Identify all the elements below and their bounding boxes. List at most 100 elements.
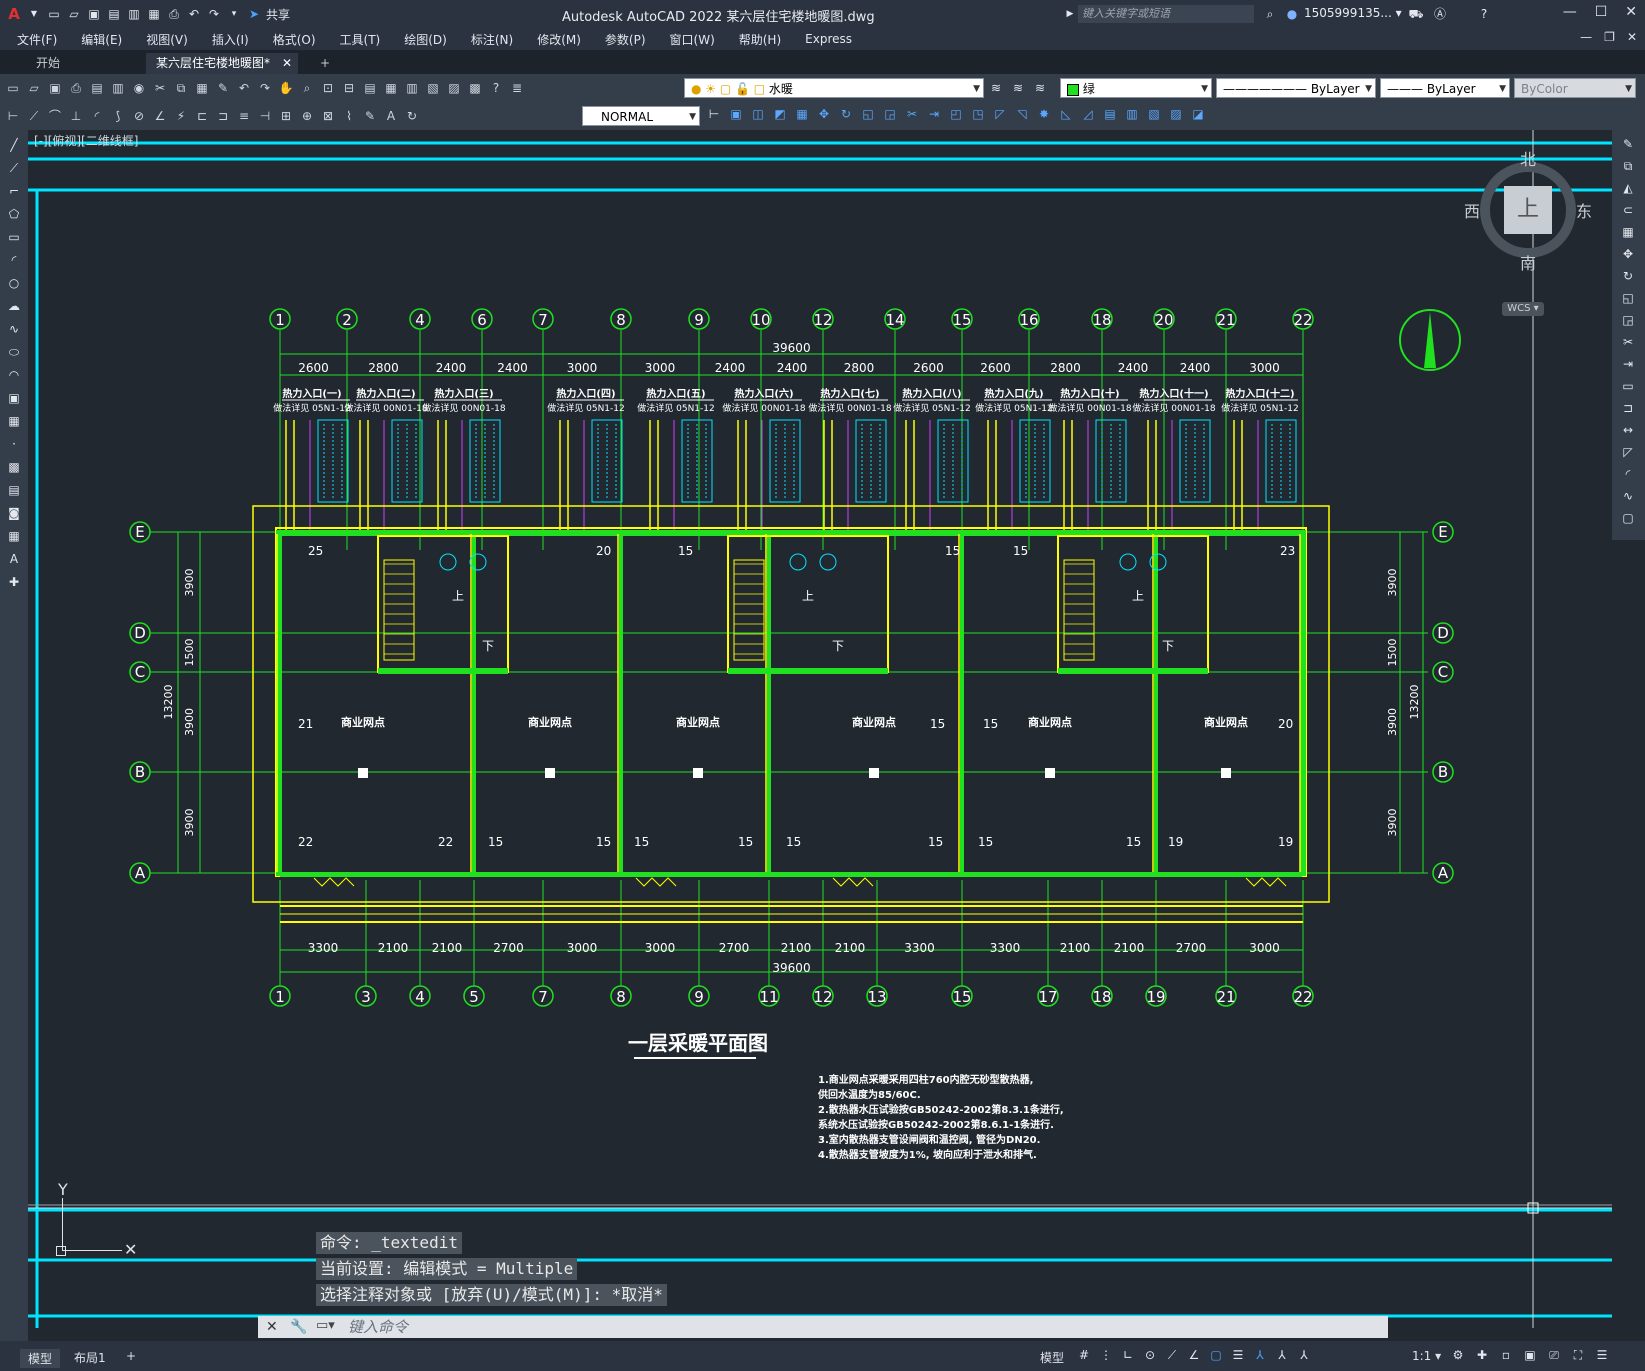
lineweight-dropdown[interactable]: ——— ByLayer ▼ (1380, 78, 1510, 98)
doc-restore-icon[interactable]: ❐ (1604, 30, 1615, 44)
redo-icon[interactable]: ↷ (206, 6, 222, 22)
viewcube-west[interactable]: 西 (1464, 198, 1480, 222)
sheet-set-icon[interactable]: ▧ (425, 80, 441, 96)
menu-express[interactable]: Express (805, 32, 852, 46)
chamfer-icon[interactable]: ◸ (1620, 444, 1636, 460)
tab-document[interactable]: 某六层住宅楼地暖图* ✕ (146, 53, 298, 74)
linetype-dropdown[interactable]: ——————— ByLayer ▼ (1216, 78, 1376, 98)
viewcube-top-face[interactable]: 上 (1504, 186, 1552, 234)
model-space-button[interactable]: 模型 (1040, 1349, 1064, 1366)
annotation-scale-icon[interactable]: ⅄ (1296, 1347, 1312, 1363)
dim-radius-icon[interactable]: ◜ (89, 108, 105, 124)
workspace-gear-icon[interactable]: ⚙ (1450, 1347, 1466, 1363)
table-icon[interactable]: ▦ (6, 528, 22, 544)
insert-block-icon[interactable]: ▣ (6, 390, 22, 406)
dim-style-icon[interactable]: ⊢ (706, 106, 722, 122)
doc-minimize-icon[interactable]: — (1580, 30, 1592, 44)
paste-icon[interactable]: ▦ (194, 80, 210, 96)
drawing-canvas[interactable]: 39600 1 2600 2 2800 4 2400 6 2400 7 3000 8 3000 9 2400… (28, 130, 1612, 1328)
dim-aligned-icon[interactable]: ⟋ (26, 108, 42, 124)
customization-icon[interactable]: ☰ (1594, 1347, 1610, 1363)
add-tab-button[interactable]: + (310, 53, 340, 74)
calculator-icon[interactable]: ▩ (467, 80, 483, 96)
autocad-logo-icon[interactable]: A (6, 6, 22, 22)
scale-icon[interactable]: ◱ (860, 106, 876, 122)
tab-start[interactable]: 开始 (26, 53, 70, 74)
lineweight-icon[interactable]: ☰ (1230, 1347, 1246, 1363)
line-icon[interactable]: ╱ (6, 137, 22, 153)
menu-edit[interactable]: 编辑(E) (81, 31, 122, 48)
spline-icon[interactable]: ∿ (6, 321, 22, 337)
chevron-down-icon[interactable]: ▼ (26, 6, 42, 22)
copy-icon[interactable]: ⧉ (173, 80, 189, 96)
stretch-icon[interactable]: ◲ (882, 106, 898, 122)
make-block-icon[interactable]: ▦ (6, 413, 22, 429)
menu-help[interactable]: 帮助(H) (739, 31, 781, 48)
center-mark-icon[interactable]: ⊕ (299, 108, 315, 124)
snap-icon[interactable]: ⋮ (1098, 1347, 1114, 1363)
zoom-realtime-icon[interactable]: ⌕ (299, 80, 315, 96)
customize-icon[interactable]: ▾ (226, 6, 242, 22)
extend-icon[interactable]: ⇥ (926, 106, 942, 122)
copy-obj-icon[interactable]: ▣ (728, 106, 744, 122)
save-icon[interactable]: ▣ (47, 80, 63, 96)
close-command-icon[interactable]: ✕ (266, 1319, 278, 1335)
help-icon[interactable]: ? (1476, 6, 1492, 22)
maximize-icon[interactable]: ☐ (1595, 4, 1608, 20)
dim-break-icon[interactable]: ⊣ (257, 108, 273, 124)
rectangle-icon[interactable]: ▭ (6, 229, 22, 245)
customize-command-icon[interactable]: 🔧 (290, 1319, 307, 1335)
new-file-icon[interactable]: ▭ (46, 6, 62, 22)
search-icon[interactable]: ⌕ (1262, 6, 1278, 22)
trim-icon[interactable]: ✂ (904, 106, 920, 122)
plot-icon[interactable]: ⎙ (68, 80, 84, 96)
tolerance-icon[interactable]: ⊞ (278, 108, 294, 124)
chamfer-icon[interactable]: ◸ (992, 106, 1008, 122)
design-center-icon[interactable]: ▦ (383, 80, 399, 96)
viewcube-south[interactable]: 南 (1520, 250, 1536, 274)
object-snap-icon[interactable]: ▢ (1208, 1347, 1224, 1363)
mirror-icon[interactable]: ◫ (750, 106, 766, 122)
break-icon[interactable]: ◰ (948, 106, 964, 122)
export-icon[interactable]: ▥ (126, 6, 142, 22)
units-icon[interactable]: ▫ (1498, 1347, 1514, 1363)
stretch-icon[interactable]: ◲ (1620, 312, 1636, 328)
match-properties-icon[interactable]: ✎ (215, 80, 231, 96)
insert-icon[interactable]: ▤ (1102, 106, 1118, 122)
autodesk-app-icon[interactable]: Ⓐ (1432, 6, 1448, 22)
menu-format[interactable]: 格式(O) (273, 31, 316, 48)
dim-ordinate-icon[interactable]: ⊥ (68, 108, 84, 124)
scale-icon[interactable]: ◱ (1620, 290, 1636, 306)
dim-baseline-icon[interactable]: ⊏ (194, 108, 210, 124)
search-input[interactable]: 键入关键字或短语 (1078, 5, 1254, 23)
dim-update-icon[interactable]: ↻ (404, 108, 420, 124)
polygon-icon[interactable]: ⬠ (6, 206, 22, 222)
share-icon[interactable]: ➤ (246, 6, 262, 22)
isodraft-icon[interactable]: ⟋ (1164, 1347, 1180, 1363)
region-icon[interactable]: ◙ (6, 505, 22, 521)
3d-dwf-icon[interactable]: ◉ (131, 80, 147, 96)
point-icon[interactable]: · (6, 436, 22, 452)
command-prompt-icon[interactable]: ▭▾ (316, 1318, 335, 1333)
add-layout-button[interactable]: + (126, 1349, 136, 1363)
xref-icon[interactable]: ▧ (1146, 106, 1162, 122)
break-point-icon[interactable]: ▭ (1620, 378, 1636, 394)
redo-icon[interactable]: ↷ (257, 80, 273, 96)
ellipse-icon[interactable]: ⬭ (6, 344, 22, 360)
fillet-icon[interactable]: ◹ (1014, 106, 1030, 122)
dimstyle-dropdown[interactable]: NORMAL ▼ (582, 106, 700, 126)
share-file-icon[interactable]: ▦ (146, 6, 162, 22)
tab-model[interactable]: 模型 (20, 1349, 61, 1368)
tool-palettes-icon[interactable]: ▥ (404, 80, 420, 96)
break-icon[interactable]: ⊐ (1620, 400, 1636, 416)
menu-file[interactable]: 文件(F) (17, 31, 57, 48)
blend-icon[interactable]: ∿ (1620, 488, 1636, 504)
user-icon[interactable]: ● (1284, 6, 1300, 22)
move-icon[interactable]: ✥ (816, 106, 832, 122)
zoom-previous-icon[interactable]: ⊟ (341, 80, 357, 96)
object-snap-tracking-icon[interactable]: ∠ (1186, 1347, 1202, 1363)
gradient-icon[interactable]: ▤ (6, 482, 22, 498)
viewport-label[interactable]: [-][俯视][二维线框] (34, 132, 138, 149)
layer-dropdown[interactable]: ● ☀ ▢ 🔓 □ 水暖 ▼ (684, 78, 984, 98)
make-current-layer-icon[interactable]: ≋ (988, 80, 1004, 96)
